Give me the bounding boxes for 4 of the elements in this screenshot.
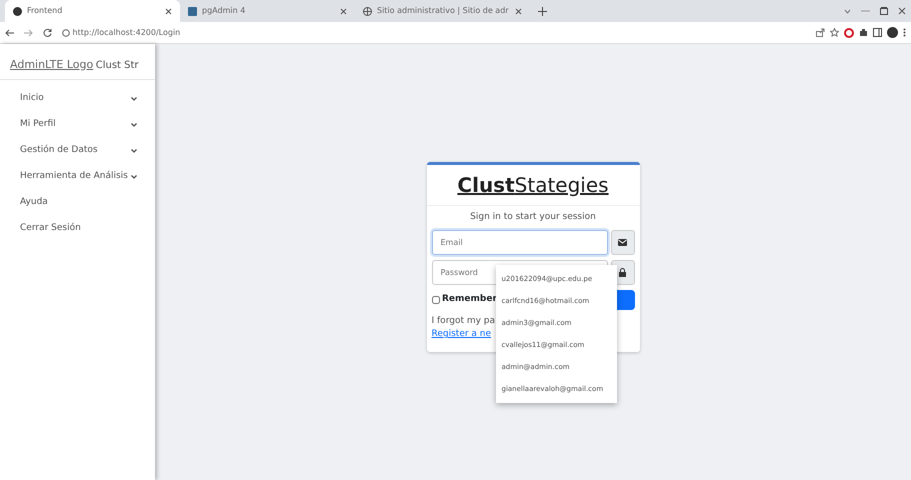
login-message: Sign in to start your session [469,211,597,224]
logo-image: AdminLTE Logo [10,56,94,72]
card-title: ClustStategies [426,165,640,206]
remember-label: Remember [442,293,497,306]
